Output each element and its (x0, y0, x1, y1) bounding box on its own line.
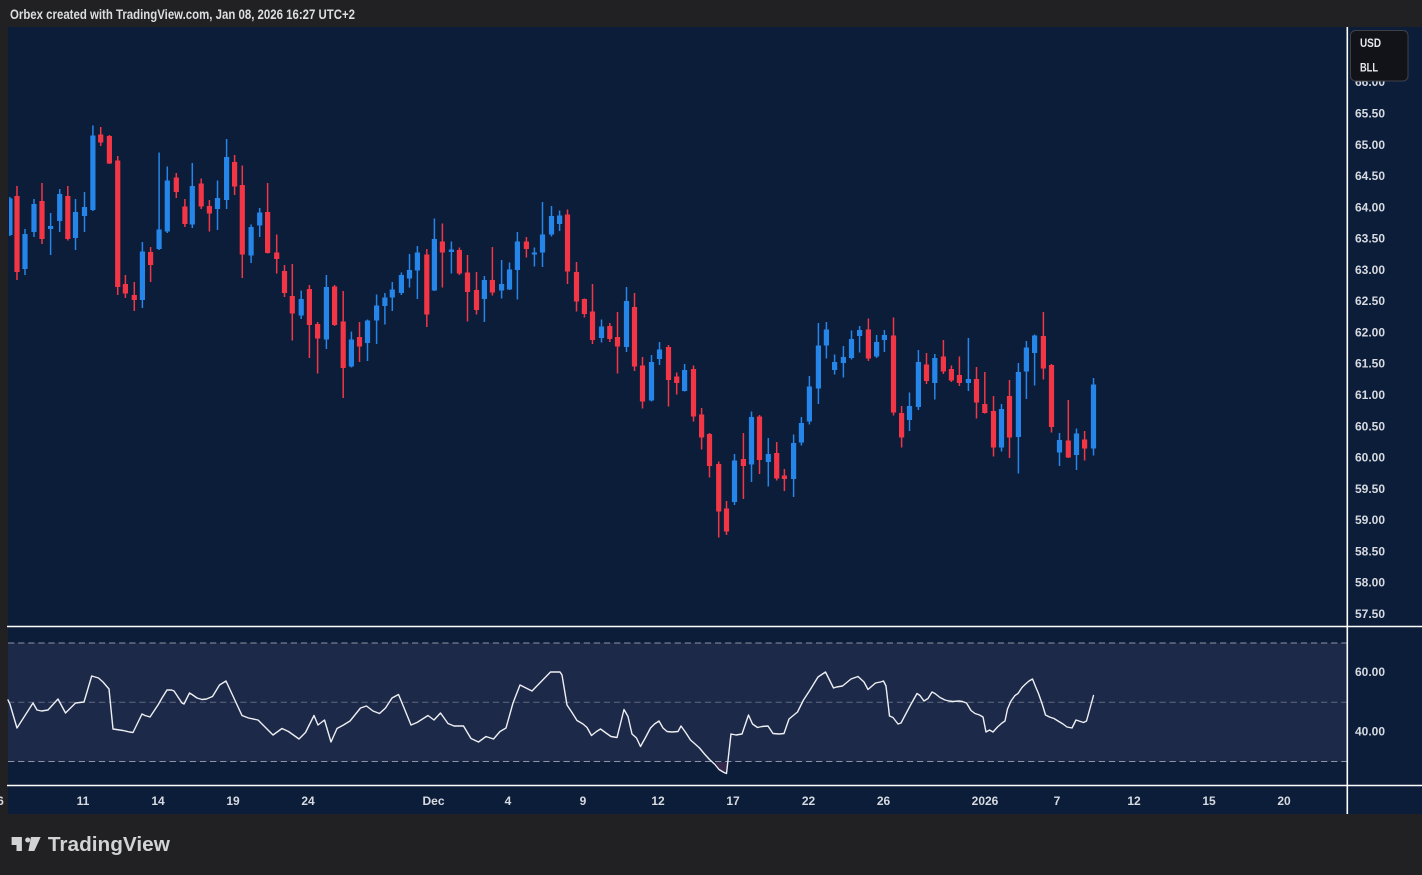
svg-text:22: 22 (802, 794, 816, 808)
svg-text:7: 7 (1054, 794, 1061, 808)
svg-text:64.50: 64.50 (1355, 169, 1385, 183)
svg-text:Orbex created with TradingView: Orbex created with TradingView.com, Jan … (10, 7, 355, 22)
svg-text:2026: 2026 (972, 794, 999, 808)
svg-text:65.50: 65.50 (1355, 107, 1385, 121)
svg-text:59.50: 59.50 (1355, 482, 1385, 496)
svg-text:60.00: 60.00 (1355, 451, 1385, 465)
svg-text:15: 15 (1202, 794, 1216, 808)
svg-text:17: 17 (726, 794, 740, 808)
svg-text:57.50: 57.50 (1355, 607, 1385, 621)
svg-text:65.00: 65.00 (1355, 138, 1385, 152)
svg-text:12: 12 (651, 794, 665, 808)
svg-text:11: 11 (77, 794, 90, 808)
svg-text:61.00: 61.00 (1355, 388, 1385, 402)
svg-text:63.50: 63.50 (1355, 232, 1385, 246)
svg-text:24: 24 (301, 794, 315, 808)
svg-text:26: 26 (877, 794, 891, 808)
svg-text:60.00: 60.00 (1355, 665, 1385, 679)
svg-text:64.00: 64.00 (1355, 200, 1385, 214)
svg-text:58.50: 58.50 (1355, 544, 1385, 558)
svg-text:USD: USD (1360, 38, 1381, 50)
svg-text:61.50: 61.50 (1355, 357, 1385, 371)
svg-text:BLL: BLL (1360, 63, 1378, 75)
svg-text:59.00: 59.00 (1355, 513, 1385, 527)
svg-text:19: 19 (226, 794, 240, 808)
svg-text:9: 9 (580, 794, 587, 808)
svg-text:4: 4 (505, 794, 512, 808)
svg-text:12: 12 (1127, 794, 1141, 808)
svg-text:60.50: 60.50 (1355, 419, 1385, 433)
svg-text:Dec: Dec (422, 794, 444, 808)
svg-text:62.00: 62.00 (1355, 325, 1385, 339)
svg-text:58.00: 58.00 (1355, 576, 1385, 590)
svg-text:20: 20 (1277, 794, 1291, 808)
svg-text:TradingView: TradingView (48, 833, 170, 856)
svg-text:14: 14 (151, 794, 165, 808)
svg-text:40.00: 40.00 (1355, 725, 1385, 739)
svg-text:6: 6 (0, 794, 4, 808)
svg-text:62.50: 62.50 (1355, 294, 1385, 308)
svg-text:63.00: 63.00 (1355, 263, 1385, 277)
